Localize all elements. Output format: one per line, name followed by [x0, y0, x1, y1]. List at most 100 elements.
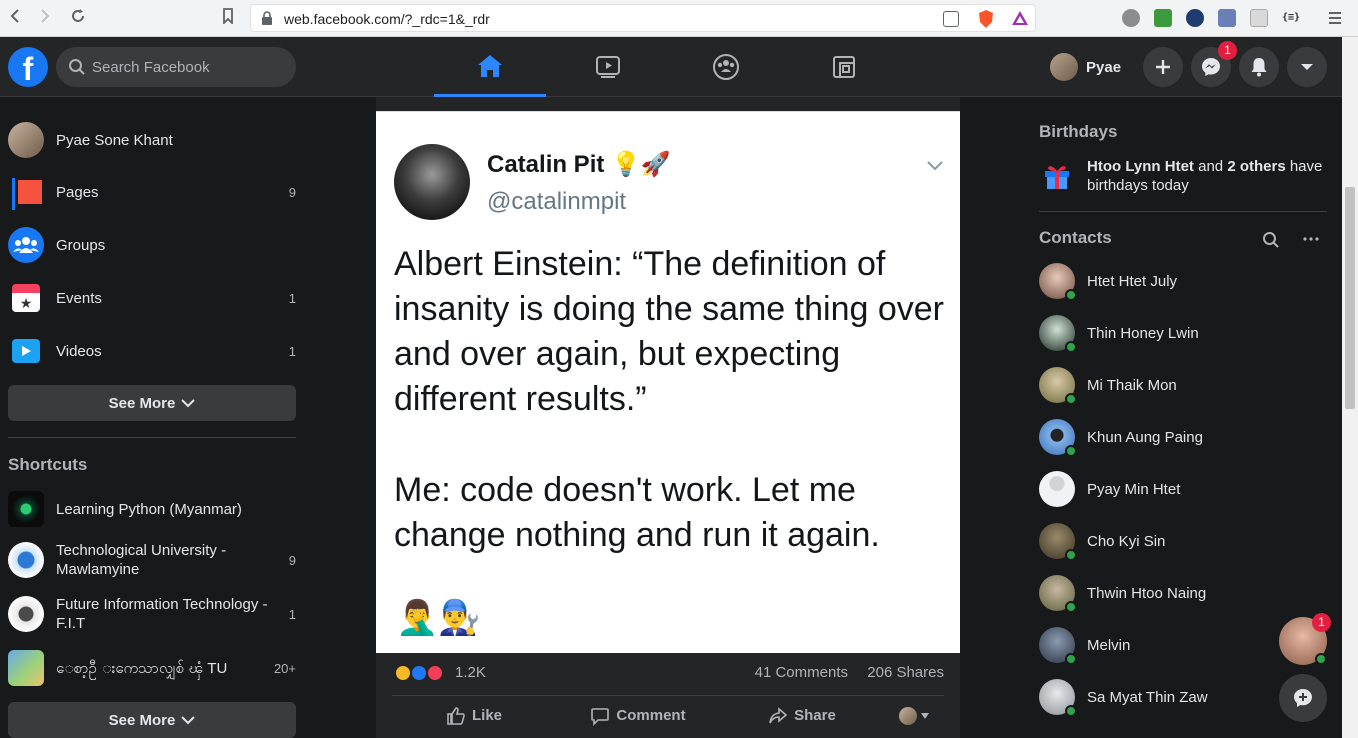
tab-watch[interactable] — [552, 37, 664, 97]
bug-extension-icon[interactable] — [1122, 9, 1140, 27]
contact-item[interactable]: Cho Kyi Sin — [1039, 515, 1329, 567]
messenger-icon — [1202, 58, 1220, 76]
menu-icon[interactable] — [1328, 9, 1346, 27]
sidebar-item-groups[interactable]: Groups — [8, 219, 296, 271]
contact-item[interactable]: Pyay Min Htet — [1039, 463, 1329, 515]
sidebar-item-videos[interactable]: Videos 1 — [8, 325, 296, 377]
contacts-heading: Contacts — [1039, 228, 1112, 247]
caret-down-icon — [1301, 64, 1313, 70]
sidebar-item-pages[interactable]: Pages 9 — [8, 166, 296, 218]
feed-post: Catalin Pit 💡🚀 @catalinmpit Albert Einst… — [376, 97, 960, 738]
search-icon — [69, 59, 85, 75]
tweet-avatar — [394, 144, 470, 220]
avatar — [1039, 367, 1077, 405]
see-more-button[interactable]: See More — [8, 385, 296, 421]
online-indicator — [1065, 445, 1077, 457]
online-indicator — [1065, 289, 1077, 301]
avatar — [8, 122, 44, 158]
contact-name: Sa Myat Thin Zaw — [1087, 688, 1208, 706]
online-indicator — [1065, 653, 1077, 665]
notifications-button[interactable] — [1239, 47, 1279, 87]
contact-item[interactable]: Thin Honey Lwin — [1039, 307, 1329, 359]
react-extension-icon[interactable] — [1186, 9, 1204, 27]
contact-item[interactable]: Thwin Htoo Naing — [1039, 567, 1329, 619]
html-extension-icon[interactable] — [1154, 9, 1172, 27]
scrollbar-thumb[interactable] — [1345, 187, 1355, 409]
shortcut-item[interactable]: ေစာ့ဦ းကေသာလျှစ် ၾံ TU 20+ — [8, 642, 296, 694]
share-button[interactable]: Share — [720, 706, 884, 726]
birthday-notice[interactable]: Htoo Lynn Htet and 2 others have birthda… — [1039, 157, 1327, 197]
json-extension-icon[interactable]: {≡} — [1282, 9, 1300, 27]
avatar — [1039, 263, 1077, 301]
shortcut-item[interactable]: Technological University - Mawlamyine 9 — [8, 534, 296, 586]
shortcut-count: 20+ — [273, 660, 296, 676]
sidebar-item-count: 1 — [288, 343, 296, 359]
shortcut-count: 1 — [288, 606, 296, 622]
avatar — [1050, 53, 1078, 81]
facebook-logo[interactable]: f — [8, 47, 48, 87]
birthday-name[interactable]: Htoo Lynn Htet — [1087, 158, 1194, 175]
account-menu-button[interactable] — [1287, 47, 1327, 87]
back-icon[interactable] — [8, 8, 22, 29]
window-extension-icon[interactable] — [1250, 9, 1268, 27]
lock-icon — [262, 11, 272, 25]
avatar — [1039, 315, 1077, 353]
tweet-text: Albert Einstein: “The definition of insa… — [394, 245, 944, 418]
tab-home[interactable] — [434, 37, 546, 97]
shortcut-item[interactable]: Learning Python (Myanmar) — [8, 483, 296, 535]
contact-item[interactable]: Htet Htet July — [1039, 255, 1329, 307]
brave-shield-icon[interactable] — [977, 9, 995, 34]
profile-name: Pyae — [1086, 58, 1122, 76]
sidebar-item-profile[interactable]: Pyae Sone Khant — [8, 114, 296, 166]
gaming-icon — [833, 56, 855, 78]
shortcut-item[interactable]: Future Information Technology - F.I.T 1 — [8, 588, 296, 640]
like-label: Like — [471, 707, 502, 724]
search-box[interactable] — [56, 47, 296, 87]
divider — [1039, 211, 1327, 212]
chevron-down-icon — [927, 161, 943, 171]
page-scrollbar[interactable] — [1342, 37, 1358, 738]
chevron-down-icon — [181, 716, 196, 725]
shortcut-label: Technological University - Mawlamyine — [56, 542, 227, 578]
post-image[interactable]: Catalin Pit 💡🚀 @catalinmpit Albert Einst… — [376, 111, 960, 653]
forward-icon[interactable] — [38, 8, 52, 29]
translate-icon[interactable] — [943, 11, 959, 27]
profile-chip[interactable]: Pyae — [1050, 51, 1121, 83]
comment-button[interactable]: Comment — [556, 706, 720, 726]
sidebar-item-events[interactable]: ★ Events 1 — [8, 272, 296, 324]
plus-icon — [1156, 60, 1170, 74]
search-input[interactable] — [92, 47, 288, 87]
contact-item[interactable]: Khun Aung Paing — [1039, 411, 1329, 463]
tab-groups[interactable] — [670, 37, 782, 97]
shares-count[interactable]: 206 Shares — [867, 664, 944, 681]
avatar — [1039, 575, 1077, 613]
like-button[interactable]: Like — [392, 706, 556, 726]
group-thumbnail — [8, 650, 44, 686]
see-more-shortcuts-button[interactable]: See More — [8, 702, 296, 738]
new-message-button[interactable] — [1279, 674, 1327, 722]
color-picker-icon[interactable] — [1218, 9, 1236, 27]
search-icon[interactable] — [1262, 231, 1280, 249]
birthday-others[interactable]: 2 others — [1227, 158, 1285, 175]
create-button[interactable] — [1143, 47, 1183, 87]
comment-label: Comment — [616, 707, 686, 724]
messenger-button[interactable]: 1 — [1191, 41, 1237, 87]
groups-icon — [713, 54, 739, 80]
brave-rewards-icon[interactable] — [1011, 10, 1029, 31]
comments-count[interactable]: 41 Comments — [755, 664, 848, 681]
left-sidebar: Pyae Sone Khant Pages 9 Groups ★ Events … — [0, 97, 304, 738]
comment-icon — [591, 707, 610, 726]
chat-head[interactable]: 1 — [1279, 613, 1331, 665]
reaction-icons[interactable] — [394, 663, 450, 683]
reload-icon[interactable] — [70, 8, 86, 29]
bookmark-icon[interactable] — [222, 8, 234, 29]
more-options-icon[interactable] — [1303, 237, 1319, 241]
address-bar[interactable]: web.facebook.com/?_rdc=1&_rdr — [250, 4, 1036, 32]
compose-icon — [1294, 689, 1312, 707]
groups-icon — [8, 227, 44, 263]
messenger-badge: 1 — [1218, 41, 1237, 60]
contact-item[interactable]: Mi Thaik Mon — [1039, 359, 1329, 411]
audience-selector[interactable] — [884, 706, 944, 725]
reaction-count[interactable]: 1.2K — [455, 664, 486, 681]
tab-gaming[interactable] — [788, 37, 900, 97]
